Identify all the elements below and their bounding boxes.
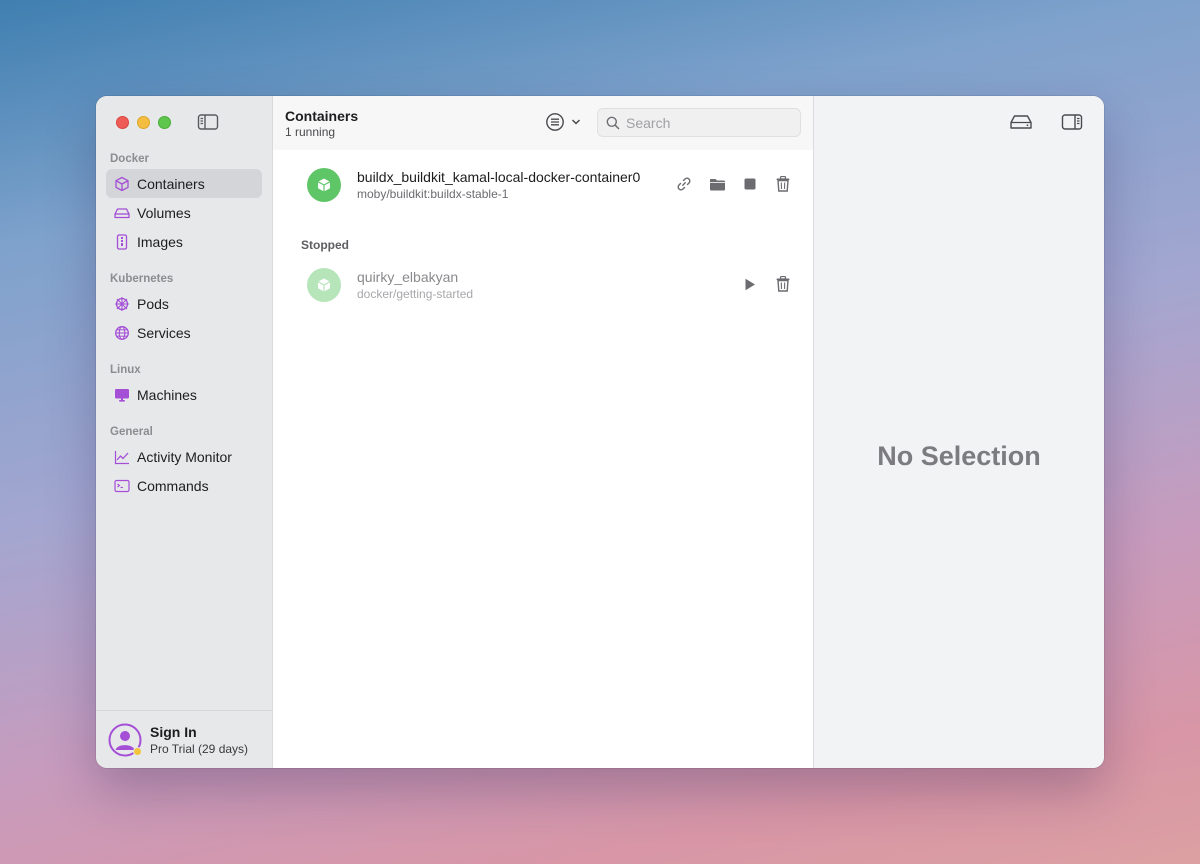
stopped-group-label: Stopped bbox=[301, 238, 349, 252]
search-field[interactable] bbox=[597, 108, 801, 137]
sidebar-item-label: Images bbox=[137, 233, 183, 250]
play-icon bbox=[745, 278, 755, 290]
section-kubernetes: Kubernetes bbox=[110, 273, 174, 285]
list-toolbar: Containers 1 running bbox=[273, 96, 813, 150]
sign-in-button[interactable]: Sign In Pro Trial (29 days) bbox=[96, 710, 272, 768]
sidebar-item-label: Machines bbox=[137, 386, 197, 403]
empty-state-text: No Selection bbox=[877, 441, 1041, 471]
sidebar-item-services[interactable]: Services bbox=[106, 318, 262, 347]
open-files-button[interactable] bbox=[708, 175, 726, 193]
drive-icon bbox=[114, 205, 130, 221]
close-window-button[interactable] bbox=[116, 116, 129, 129]
trash-icon bbox=[776, 176, 790, 192]
sidebar-item-pods[interactable]: Pods bbox=[106, 289, 262, 318]
sidebar-item-label: Services bbox=[137, 324, 191, 341]
globe-icon bbox=[114, 325, 130, 341]
open-link-button[interactable] bbox=[675, 175, 693, 193]
sidebar-item-label: Containers bbox=[137, 175, 205, 192]
sidebar-toggle-icon[interactable] bbox=[197, 113, 219, 131]
sidebar-item-containers[interactable]: Containers bbox=[106, 169, 262, 198]
container-row-stopped[interactable]: quirky_elbakyan docker/getting-started bbox=[273, 256, 813, 312]
drive-icon bbox=[1010, 115, 1032, 129]
cube-icon bbox=[317, 278, 331, 292]
sidebar-item-machines[interactable]: Machines bbox=[106, 380, 262, 409]
row-actions bbox=[675, 175, 792, 193]
trash-icon bbox=[776, 276, 790, 292]
page-title: Containers bbox=[285, 108, 359, 124]
filter-menu-button[interactable] bbox=[545, 112, 581, 132]
avatar bbox=[108, 723, 142, 757]
sidebar-item-activity-monitor[interactable]: Activity Monitor bbox=[106, 442, 262, 471]
container-image: docker/getting-started bbox=[357, 287, 474, 301]
sidebar: Docker Containers Volumes Images Kuberne… bbox=[96, 96, 273, 768]
running-count: 1 running bbox=[285, 125, 336, 139]
list-filter-icon bbox=[546, 113, 564, 131]
sidebar-item-volumes[interactable]: Volumes bbox=[106, 198, 262, 227]
container-row-running[interactable]: buildx_buildkit_kamal-local-docker-conta… bbox=[273, 156, 813, 212]
chart-line-icon bbox=[114, 449, 130, 465]
helm-wheel-icon bbox=[114, 296, 130, 312]
window-controls bbox=[116, 116, 171, 129]
minimize-window-button[interactable] bbox=[137, 116, 150, 129]
stop-button[interactable] bbox=[741, 175, 759, 193]
archive-icon bbox=[114, 233, 130, 250]
delete-button[interactable] bbox=[774, 175, 792, 193]
status-badge bbox=[133, 746, 142, 756]
container-status-icon bbox=[307, 168, 341, 202]
disk-button[interactable] bbox=[1009, 112, 1033, 132]
monitor-icon bbox=[114, 387, 130, 403]
cube-icon bbox=[317, 178, 331, 192]
search-input[interactable] bbox=[626, 114, 786, 131]
row-actions bbox=[741, 275, 792, 293]
detail-pane: No Selection bbox=[814, 96, 1104, 768]
terminal-icon bbox=[114, 478, 130, 494]
folder-icon bbox=[709, 178, 725, 190]
chevron-down-icon bbox=[571, 119, 581, 125]
zoom-window-button[interactable] bbox=[158, 116, 171, 129]
section-linux: Linux bbox=[110, 364, 141, 376]
trial-status: Pro Trial (29 days) bbox=[150, 741, 249, 756]
sidebar-right-icon bbox=[1061, 114, 1083, 130]
cube-icon bbox=[114, 176, 130, 192]
sidebar-item-images[interactable]: Images bbox=[106, 227, 262, 256]
container-name: buildx_buildkit_kamal-local-docker-conta… bbox=[357, 169, 641, 185]
sidebar-item-label: Activity Monitor bbox=[137, 448, 232, 465]
inspector-toggle-button[interactable] bbox=[1060, 112, 1084, 132]
sidebar-item-commands[interactable]: Commands bbox=[106, 471, 262, 500]
search-icon bbox=[606, 116, 620, 130]
container-name: quirky_elbakyan bbox=[357, 269, 459, 285]
container-list-pane: Containers 1 running buildx_buildkit_kam… bbox=[273, 96, 814, 768]
start-button[interactable] bbox=[741, 275, 759, 293]
section-general: General bbox=[110, 426, 153, 438]
app-window: Docker Containers Volumes Images Kuberne… bbox=[96, 96, 1104, 768]
sidebar-item-label: Volumes bbox=[137, 204, 191, 221]
container-image: moby/buildkit:buildx-stable-1 bbox=[357, 187, 509, 201]
sign-in-label: Sign In bbox=[150, 723, 197, 740]
section-docker: Docker bbox=[110, 153, 149, 165]
container-status-icon bbox=[307, 268, 341, 302]
delete-button[interactable] bbox=[774, 275, 792, 293]
sidebar-item-label: Commands bbox=[137, 477, 209, 494]
sidebar-item-label: Pods bbox=[137, 295, 169, 312]
stop-icon bbox=[744, 178, 756, 190]
link-icon bbox=[677, 177, 691, 191]
